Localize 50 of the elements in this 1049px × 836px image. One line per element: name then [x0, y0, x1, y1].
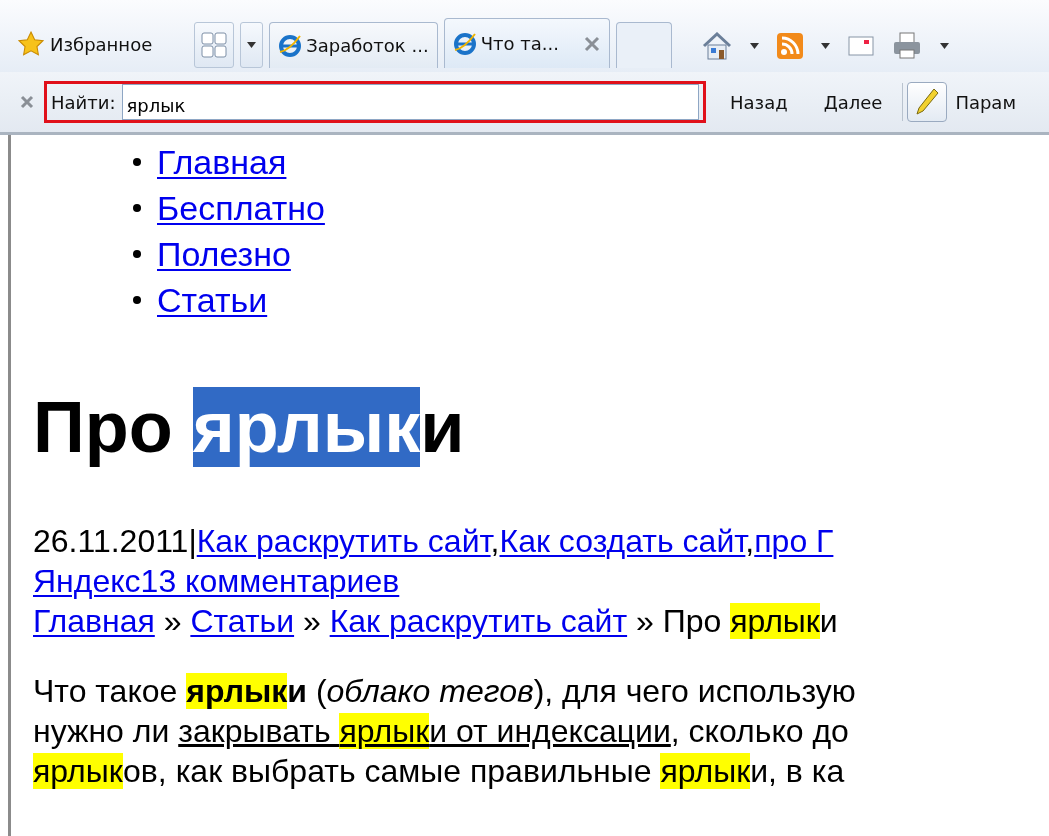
quick-tabs-button[interactable] — [194, 22, 235, 68]
close-icon[interactable] — [582, 34, 601, 53]
caret-icon — [939, 43, 949, 49]
breadcrumb-separator: » — [301, 603, 322, 639]
house-icon — [701, 32, 732, 60]
favorites-button[interactable]: Избранное — [14, 20, 189, 68]
find-label: Найти: — [51, 91, 116, 113]
post-date: 26.11.2011| — [33, 523, 197, 559]
find-nav-button[interactable]: Назад — [718, 91, 800, 113]
printer-icon — [891, 32, 922, 60]
nav-link[interactable]: Статьи — [157, 277, 268, 323]
rss-icon — [776, 33, 803, 59]
find-field[interactable]: ярлык — [121, 84, 699, 120]
paragraph-line: Что такое ярлыки (облако тегов), для чего использую — [33, 672, 857, 711]
envelope-icon — [847, 36, 874, 56]
browser-tab[interactable]: Что та... — [443, 18, 610, 68]
bullet-icon — [133, 296, 141, 304]
comma: , — [745, 523, 755, 559]
pencil-icon — [914, 87, 941, 117]
nav-link[interactable]: Бесплатно — [157, 185, 325, 231]
nav-link[interactable]: Полезно — [157, 231, 291, 277]
bullet-icon — [133, 250, 141, 258]
breadcrumb-separator: » — [162, 603, 183, 639]
paragraph-line: нужно ли закрывать ярлыки от индексации, сколько до — [33, 712, 850, 751]
browser-tab[interactable]: Заработок ... — [269, 22, 438, 68]
caret-icon — [820, 43, 830, 49]
caret-icon — [749, 43, 759, 49]
close-icon[interactable] — [20, 95, 34, 109]
category-link[interactable]: Как создать сайт — [499, 523, 746, 559]
new-tab-button[interactable] — [615, 22, 672, 68]
breadcrumb-link[interactable]: Главная — [33, 603, 155, 639]
breadcrumb-link[interactable]: Статьи — [190, 603, 295, 639]
highlight-button[interactable] — [907, 82, 948, 122]
globe-icon — [278, 33, 303, 58]
comments-link[interactable]: Яндекс13 комментариев — [33, 563, 400, 599]
category-link[interactable]: Как раскрутить сайт — [196, 523, 491, 559]
paragraph-line: ярлыков, как выбрать самые правильные ярлыки, в ка — [33, 752, 846, 791]
caret-icon — [247, 42, 257, 48]
globe-icon — [452, 31, 477, 56]
category-link[interactable]: про Г — [754, 523, 834, 559]
breadcrumb-link[interactable]: Как раскрутить сайт — [329, 603, 628, 639]
options-button[interactable]: Парам — [947, 91, 1028, 113]
find-nav-button[interactable]: Далее — [811, 91, 895, 113]
grid-icon — [201, 32, 228, 58]
bullet-icon — [133, 204, 141, 212]
tab-list-button[interactable] — [240, 22, 264, 68]
star-icon — [18, 31, 44, 57]
nav-link[interactable]: Главная — [157, 139, 287, 185]
bullet-icon — [133, 158, 141, 166]
breadcrumb-separator: » — [635, 603, 655, 639]
